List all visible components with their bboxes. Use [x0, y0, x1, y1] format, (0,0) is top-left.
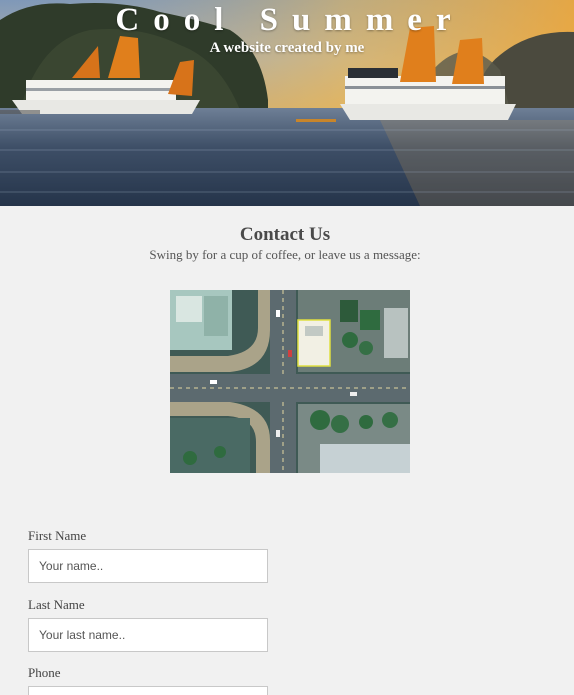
contact-heading: Contact Us: [239, 224, 331, 245]
hero-banner: Cool Summer A website created by me: [0, 0, 574, 206]
city-aerial-image: [170, 290, 410, 473]
site-title: Cool Summer: [115, 2, 465, 38]
page: Cool Summer A website created by me Cont…: [0, 0, 574, 695]
contact-subtitle: Swing by for a cup of coffee, or leave u…: [149, 247, 421, 262]
last-name-label: Last Name: [28, 597, 85, 612]
site-subtitle: A website created by me: [209, 40, 365, 56]
last-name-input[interactable]: [28, 618, 268, 652]
phone-input[interactable]: [28, 686, 268, 695]
first-name-input[interactable]: [28, 549, 268, 583]
first-name-label: First Name: [28, 528, 87, 543]
phone-label: Phone: [28, 665, 61, 680]
